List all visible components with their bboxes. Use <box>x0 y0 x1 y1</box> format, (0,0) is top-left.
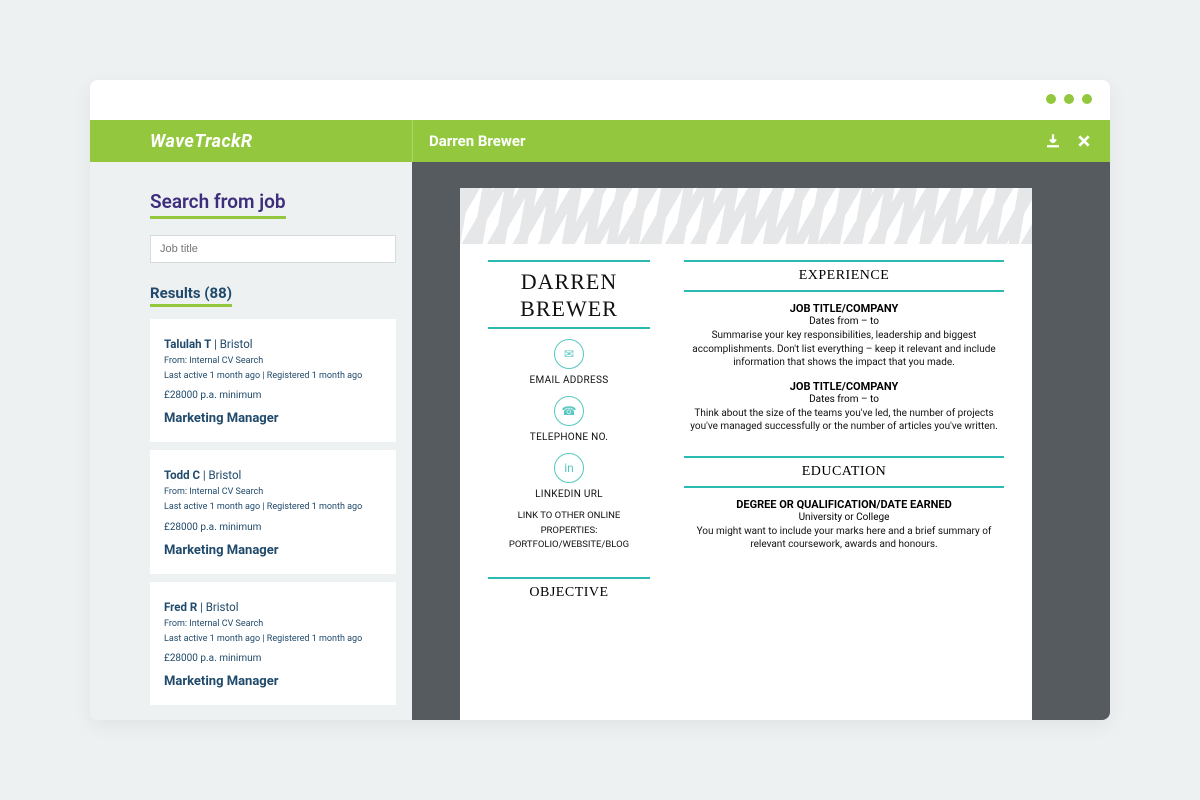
results-heading: Results (88) <box>150 284 232 307</box>
app-window: WaveTrackR Darren Brewer Search from job… <box>90 80 1110 720</box>
divider <box>488 327 650 329</box>
result-name: Fred R <box>164 600 197 614</box>
email-icon: ✉ <box>554 339 584 369</box>
left-panel: Search from job Results (88) Talulah T |… <box>90 162 412 720</box>
result-role: Marketing Manager <box>164 411 382 426</box>
brand-area: WaveTrackR <box>90 120 412 162</box>
cv-other-label: PORTFOLIO/WEBSITE/BLOG <box>488 539 650 551</box>
cv-job-title: JOB TITLE/COMPANY <box>684 302 1004 315</box>
cv-phone-label: TELEPHONE NO. <box>488 432 650 443</box>
divider <box>684 290 1004 292</box>
result-card[interactable]: Talulah T | Bristol From: Internal CV Se… <box>150 319 396 442</box>
result-role: Marketing Manager <box>164 543 382 558</box>
result-source: From: Internal CV Search <box>164 486 382 498</box>
detail-header: Darren Brewer <box>412 120 1110 162</box>
phone-icon: ☎ <box>554 396 584 426</box>
linkedin-icon: in <box>554 453 584 483</box>
result-name: Todd C <box>164 468 200 482</box>
cv-degree: DEGREE OR QUALIFICATION/DATE EARNED <box>684 498 1004 511</box>
brand-logo: WaveTrackR <box>150 131 253 152</box>
body: Search from job Results (88) Talulah T |… <box>90 162 1110 720</box>
cv-job-dates: Dates from – to <box>684 316 1004 327</box>
divider <box>684 456 1004 458</box>
result-role: Marketing Manager <box>164 674 382 689</box>
result-location: Bristol <box>206 600 239 614</box>
result-activity: Last active 1 month ago | Registered 1 m… <box>164 633 382 645</box>
cv-body: DARREN BREWER ✉ EMAIL ADDRESS ☎ TELEPHON… <box>460 244 1032 605</box>
cv-name-line2: BREWER <box>488 297 650 322</box>
header-bar: WaveTrackR Darren Brewer <box>90 120 1110 162</box>
close-icon[interactable] <box>1076 133 1092 149</box>
cv-email-label: EMAIL ADDRESS <box>488 375 650 386</box>
result-salary: £28000 p.a. minimum <box>164 522 382 533</box>
window-controls <box>1046 94 1092 104</box>
preview-panel: DARREN BREWER ✉ EMAIL ADDRESS ☎ TELEPHON… <box>412 162 1110 720</box>
cv-school: University or College <box>684 512 1004 523</box>
divider <box>488 577 650 579</box>
search-input[interactable] <box>150 235 396 263</box>
result-location: Bristol <box>220 337 253 351</box>
result-card[interactable]: Todd C | Bristol From: Internal CV Searc… <box>150 450 396 573</box>
cv-job-dates: Dates from – to <box>684 394 1004 405</box>
cv-other-label: LINK TO OTHER ONLINE <box>488 510 650 522</box>
cv-left-column: DARREN BREWER ✉ EMAIL ADDRESS ☎ TELEPHON… <box>488 254 668 605</box>
cv-linkedin-label: LINKEDIN URL <box>488 489 650 500</box>
search-heading: Search from job <box>150 190 286 219</box>
cv-other-label: PROPERTIES: <box>488 525 650 537</box>
result-activity: Last active 1 month ago | Registered 1 m… <box>164 370 382 382</box>
cv-education-heading: EDUCATION <box>684 464 1004 480</box>
cv-name-line1: DARREN <box>488 270 650 295</box>
result-source: From: Internal CV Search <box>164 355 382 367</box>
cv-job-desc: Think about the size of the teams you've… <box>684 407 1004 434</box>
result-activity: Last active 1 month ago | Registered 1 m… <box>164 501 382 513</box>
divider <box>684 486 1004 488</box>
cv-job-title: JOB TITLE/COMPANY <box>684 380 1004 393</box>
divider <box>488 260 650 262</box>
cv-header-pattern <box>460 188 1032 244</box>
detail-actions <box>1044 132 1092 150</box>
cv-experience-heading: EXPERIENCE <box>684 268 1004 284</box>
divider <box>684 260 1004 262</box>
cv-edu-desc: You might want to include your marks her… <box>684 525 1004 552</box>
download-icon[interactable] <box>1044 132 1062 150</box>
cv-right-column: EXPERIENCE JOB TITLE/COMPANY Dates from … <box>668 254 1004 605</box>
cv-document: DARREN BREWER ✉ EMAIL ADDRESS ☎ TELEPHON… <box>460 188 1032 720</box>
window-dot[interactable] <box>1082 94 1092 104</box>
result-source: From: Internal CV Search <box>164 618 382 630</box>
window-dot[interactable] <box>1046 94 1056 104</box>
cv-job-desc: Summarise your key responsibilities, lea… <box>684 329 1004 370</box>
result-location: Bristol <box>209 468 242 482</box>
result-card[interactable]: Fred R | Bristol From: Internal CV Searc… <box>150 582 396 705</box>
result-salary: £28000 p.a. minimum <box>164 390 382 401</box>
result-salary: £28000 p.a. minimum <box>164 653 382 664</box>
candidate-name-header: Darren Brewer <box>429 132 526 150</box>
result-name: Talulah T <box>164 337 211 351</box>
cv-objective-heading: OBJECTIVE <box>488 585 650 601</box>
window-dot[interactable] <box>1064 94 1074 104</box>
